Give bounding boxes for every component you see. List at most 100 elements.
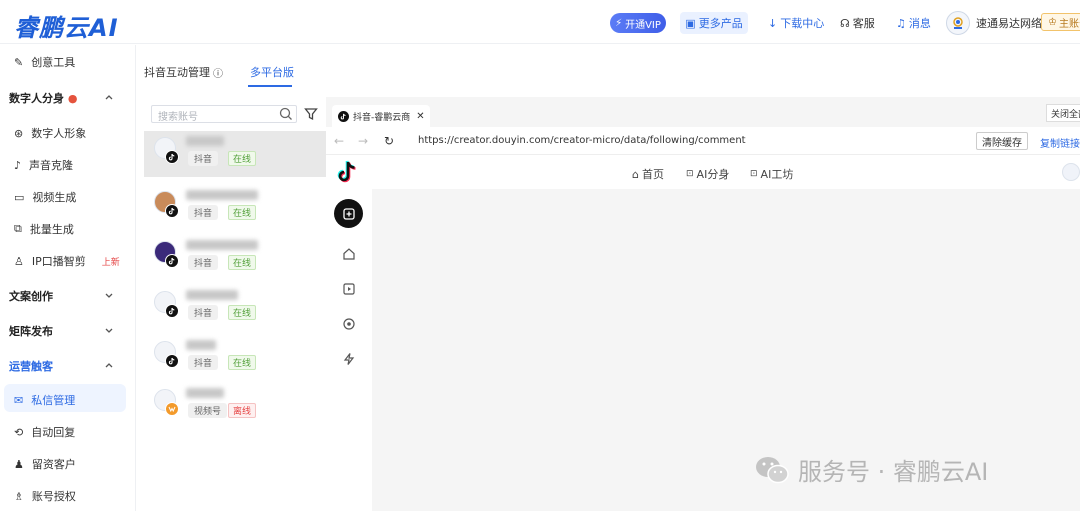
app-logo[interactable]: 睿鹏云AI <box>14 8 119 43</box>
crown-icon: ♔ <box>1048 16 1057 28</box>
messages-link[interactable]: ♫ 消息 <box>896 15 931 31</box>
browser-tab-title: 抖音-睿鹏云商 <box>353 112 411 123</box>
sidebar-item-label: 账号授权 <box>31 490 76 503</box>
reply-icon: ⟲ <box>14 425 24 439</box>
wechat-icon <box>756 456 789 483</box>
plus-icon <box>342 207 355 220</box>
tab-label: 抖音互动管理 <box>144 66 210 79</box>
clear-cache-button[interactable]: 清除缓存 <box>976 132 1028 150</box>
account-search-input[interactable]: 搜索账号 <box>151 105 297 123</box>
sidebar-item-label: 数字人形象 <box>31 127 87 140</box>
account-name-blurred <box>186 136 224 146</box>
sidebar-item-creative-tools[interactable]: ✎ 创意工具 <box>14 54 75 70</box>
douyin-nav-ai-avatar[interactable]: ⊡ AI分身 <box>686 166 729 182</box>
user-avatar[interactable] <box>946 11 970 35</box>
status-badge: 在线 <box>228 205 257 220</box>
sidebar-item-voice-clone[interactable]: ♪ 声音克隆 <box>14 157 73 173</box>
douyin-icon <box>165 254 179 268</box>
sidebar-group-operations[interactable]: 运营触客 <box>9 358 53 374</box>
create-button[interactable] <box>334 199 363 228</box>
video-icon: ▭ <box>14 190 25 204</box>
sidebar-item-dm-management[interactable]: ✉ 私信管理 <box>14 392 75 408</box>
download-center-link[interactable]: ↓ 下载中心 <box>768 15 824 31</box>
platform-tag: 抖音 <box>188 151 219 166</box>
search-icon[interactable] <box>278 106 294 122</box>
douyin-icon <box>165 354 179 368</box>
sidebar-item-digital-avatar[interactable]: ⊛ 数字人形象 <box>14 125 86 141</box>
bell-icon: ♫ <box>896 16 906 30</box>
close-icon[interactable]: ✕ <box>416 111 424 122</box>
douyin-user-avatar[interactable] <box>1062 163 1080 181</box>
customer-service-link[interactable]: ☊ 客服 <box>840 15 875 31</box>
close-all-tabs-button[interactable]: 关闭全部 <box>1046 104 1080 122</box>
copy-link-button[interactable]: 复制链接 <box>1040 135 1080 150</box>
main-account-label: 主账号 <box>1058 18 1080 30</box>
microphone-icon: ♪ <box>14 158 22 172</box>
chevron-up-icon[interactable] <box>104 92 114 102</box>
data-center-icon[interactable] <box>342 317 356 331</box>
download-icon: ↓ <box>768 16 778 30</box>
vip-button[interactable]: ⚡ 开通VIP <box>610 13 666 33</box>
forward-arrow-icon[interactable]: → <box>358 134 368 148</box>
sidebar-item-label: 批量生成 <box>29 223 74 236</box>
account-row[interactable]: 抖音 在线 <box>144 285 326 331</box>
account-row[interactable]: 抖音 在线 <box>144 131 326 177</box>
sidebar-group-matrix[interactable]: 矩阵发布 <box>9 323 53 339</box>
account-row[interactable]: 视频号 离线 <box>144 383 326 429</box>
status-badge: 在线 <box>228 255 257 270</box>
company-name[interactable]: 速通易达网络 <box>976 15 1042 31</box>
lightning-icon[interactable] <box>342 352 356 366</box>
reload-icon[interactable]: ↻ <box>384 134 394 148</box>
back-arrow-icon[interactable]: ← <box>334 134 344 148</box>
nav-label: AI工坊 <box>760 168 794 181</box>
sidebar-item-label: 留资客户 <box>31 458 76 471</box>
chevron-down-icon[interactable] <box>104 325 114 335</box>
ai-box-icon: ⊡ <box>686 169 694 179</box>
sidebar-item-batch-gen[interactable]: ⧉ 批量生成 <box>14 221 74 237</box>
home-icon[interactable] <box>342 247 356 261</box>
account-name-blurred <box>186 240 258 250</box>
chevron-up-icon[interactable] <box>104 360 114 370</box>
sidebar-item-account-auth[interactable]: ♗ 账号授权 <box>14 488 76 504</box>
batch-icon: ⧉ <box>14 222 22 235</box>
sidebar-item-label: 声音克隆 <box>29 159 74 172</box>
tab-multi-platform[interactable]: 多平台版 <box>250 64 294 80</box>
sidebar-item-label: 视频生成 <box>32 191 77 204</box>
filter-icon[interactable] <box>304 107 318 121</box>
user-key-icon: ♗ <box>14 489 24 503</box>
person-icon: ♙ <box>14 254 24 268</box>
more-products-button[interactable]: ▣ 更多产品 <box>680 12 748 34</box>
mail-icon: ✉ <box>14 393 24 407</box>
account-row[interactable]: 抖音 在线 <box>144 185 326 231</box>
platform-tag: 抖音 <box>188 305 219 320</box>
sidebar-item-video-gen[interactable]: ▭ 视频生成 <box>14 189 76 205</box>
douyin-nav-home[interactable]: ⌂ 首页 <box>632 166 664 182</box>
sidebar-item-ip-clip[interactable]: ♙ IP口播智剪 上新 <box>14 253 120 269</box>
account-name-blurred <box>186 290 238 300</box>
url-field[interactable]: https://creator.douyin.com/creator-micro… <box>418 135 746 146</box>
main-account-badge[interactable]: ♔ 主账号 <box>1041 13 1080 31</box>
active-tab-indicator <box>248 85 292 87</box>
douyin-nav-ai-workshop[interactable]: ⊡ AI工坊 <box>750 166 793 182</box>
douyin-icon <box>338 110 349 122</box>
account-row[interactable]: 抖音 在线 <box>144 335 326 381</box>
content-icon[interactable] <box>342 282 356 296</box>
status-badge: 离线 <box>228 403 257 418</box>
sidebar-item-leads[interactable]: ♟ 留资客户 <box>14 456 76 472</box>
douyin-logo-icon[interactable] <box>336 160 358 184</box>
status-badge: 在线 <box>228 151 257 166</box>
sidebar-group-digital[interactable]: 数字人分身 ● <box>9 90 77 106</box>
chevron-down-icon[interactable] <box>104 290 114 300</box>
status-badge: 在线 <box>228 355 257 370</box>
watermark-text: 服务号 · 睿鹏云AI <box>798 458 989 486</box>
sidebar-group-copywriting[interactable]: 文案创作 <box>9 288 53 304</box>
ai-box-icon: ⊡ <box>750 169 758 179</box>
sidebar-item-label: 自动回复 <box>31 426 76 439</box>
account-row[interactable]: 抖音 在线 <box>144 235 326 281</box>
browser-tab[interactable]: 抖音-睿鹏云商 ✕ <box>332 105 430 127</box>
sidebar-item-auto-reply[interactable]: ⟲ 自动回复 <box>14 424 75 440</box>
sidebar-group-label: 文案创作 <box>9 290 53 303</box>
info-icon: ⓘ <box>213 68 223 80</box>
tab-douyin-interaction[interactable]: 抖音互动管理 ⓘ <box>144 64 223 80</box>
sidebar-group-label: 矩阵发布 <box>9 325 53 338</box>
